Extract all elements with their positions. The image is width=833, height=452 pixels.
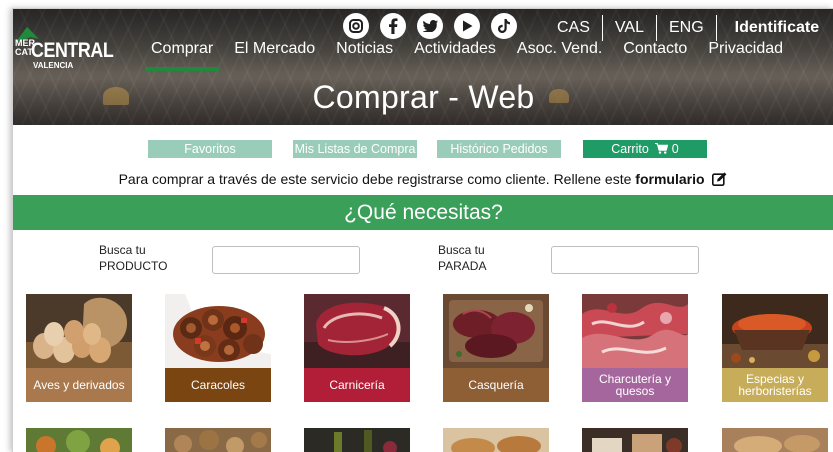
stall-search-label: Busca tu PARADA <box>438 243 487 273</box>
cold-cuts-photo <box>582 294 688 368</box>
offal-photo <box>443 294 549 368</box>
category-tile-partial[interactable] <box>443 428 549 452</box>
lang-cas[interactable]: CAS <box>557 15 603 41</box>
category-tile-partial[interactable] <box>582 428 688 452</box>
vegetables-photo <box>26 428 132 452</box>
eggs-photo <box>26 294 132 368</box>
wine-photo <box>304 428 410 452</box>
product-search-label: Busca tu PRODUCTO <box>99 243 168 273</box>
category-label: Carnicería <box>304 368 410 402</box>
pastry-photo <box>722 428 828 452</box>
instagram-icon[interactable] <box>343 13 369 39</box>
nav-privacidad[interactable]: Privacidad <box>708 39 783 65</box>
category-especias[interactable]: Especias y herboristerías <box>722 294 828 402</box>
category-caracoles[interactable]: Caracoles <box>165 294 271 402</box>
twitter-icon[interactable] <box>417 13 443 39</box>
category-label: Aves y derivados <box>26 368 132 402</box>
category-carniceria[interactable]: Carnicería <box>304 294 410 402</box>
facebook-icon[interactable] <box>380 13 406 39</box>
meat-photo <box>304 294 410 368</box>
bread-photo <box>443 428 549 452</box>
main-nav: Comprar El Mercado Noticias Actividades … <box>144 39 804 71</box>
category-tile-partial[interactable] <box>165 428 271 452</box>
prepared-food-photo <box>582 428 688 452</box>
nav-asoc-vend[interactable]: Asoc. Vend. <box>517 39 602 65</box>
shopping-lists-button[interactable]: Mis Listas de Compra <box>293 140 417 158</box>
notice-text: Para comprar a través de este servicio d… <box>118 171 636 187</box>
category-tile-partial[interactable] <box>304 428 410 452</box>
browser-page: MER CAT CENTRAL VALENCIA CAS VAL ENG Ide… <box>12 8 833 452</box>
snails-photo <box>165 294 271 368</box>
tiktok-icon[interactable] <box>491 13 517 39</box>
cart-label: Carrito <box>611 142 649 156</box>
site-header: MER CAT CENTRAL VALENCIA CAS VAL ENG Ide… <box>13 9 833 125</box>
category-casqueria[interactable]: Casquería <box>443 294 549 402</box>
edit-icon[interactable] <box>712 172 727 186</box>
nav-noticias[interactable]: Noticias <box>336 39 393 65</box>
cart-button[interactable]: Carrito 0 <box>583 140 707 158</box>
spices-photo <box>722 294 828 368</box>
page-title: Comprar - Web <box>312 79 535 115</box>
nav-contacto[interactable]: Contacto <box>623 39 687 65</box>
nav-actividades[interactable]: Actividades <box>414 39 496 65</box>
cart-count: 0 <box>671 142 679 156</box>
registration-notice: Para comprar a través de este servicio d… <box>13 171 833 187</box>
category-label: Casquería <box>443 368 549 402</box>
shop-actions: Favoritos Mis Listas de Compra Histórico… <box>13 140 833 160</box>
site-logo[interactable]: MER CAT CENTRAL VALENCIA <box>13 19 114 70</box>
nuts-photo <box>165 428 271 452</box>
category-label: Caracoles <box>165 368 271 402</box>
category-charcuteria[interactable]: Charcutería y quesos <box>582 294 688 402</box>
logo-name: CENTRAL <box>31 39 114 62</box>
nav-el-mercado[interactable]: El Mercado <box>234 39 315 65</box>
logo-city: VALENCIA <box>33 61 74 70</box>
category-tile-partial[interactable] <box>26 428 132 452</box>
registration-form-link[interactable]: formulario <box>635 171 704 187</box>
favorites-button[interactable]: Favoritos <box>148 140 272 158</box>
category-tile-partial[interactable] <box>722 428 828 452</box>
product-search-input[interactable] <box>212 246 360 274</box>
lang-val[interactable]: VAL <box>603 15 657 41</box>
category-aves[interactable]: Aves y derivados <box>26 294 132 402</box>
stall-search-input[interactable] <box>551 246 699 274</box>
social-links <box>343 13 517 39</box>
language-switcher: CAS VAL ENG Identificate <box>557 15 831 41</box>
youtube-icon[interactable] <box>454 13 480 39</box>
category-label: Especias y herboristerías <box>722 368 828 402</box>
lang-eng[interactable]: ENG <box>657 15 717 41</box>
cart-icon <box>655 143 669 154</box>
what-do-you-need-banner: ¿Qué necesitas? <box>13 195 833 230</box>
search-row: Busca tu PRODUCTO Busca tu PARADA <box>13 242 833 282</box>
login-link[interactable]: Identificate <box>717 15 831 41</box>
nav-comprar[interactable]: Comprar <box>144 39 220 71</box>
order-history-button[interactable]: Histórico Pedidos <box>437 140 561 158</box>
category-label: Charcutería y quesos <box>582 368 688 402</box>
